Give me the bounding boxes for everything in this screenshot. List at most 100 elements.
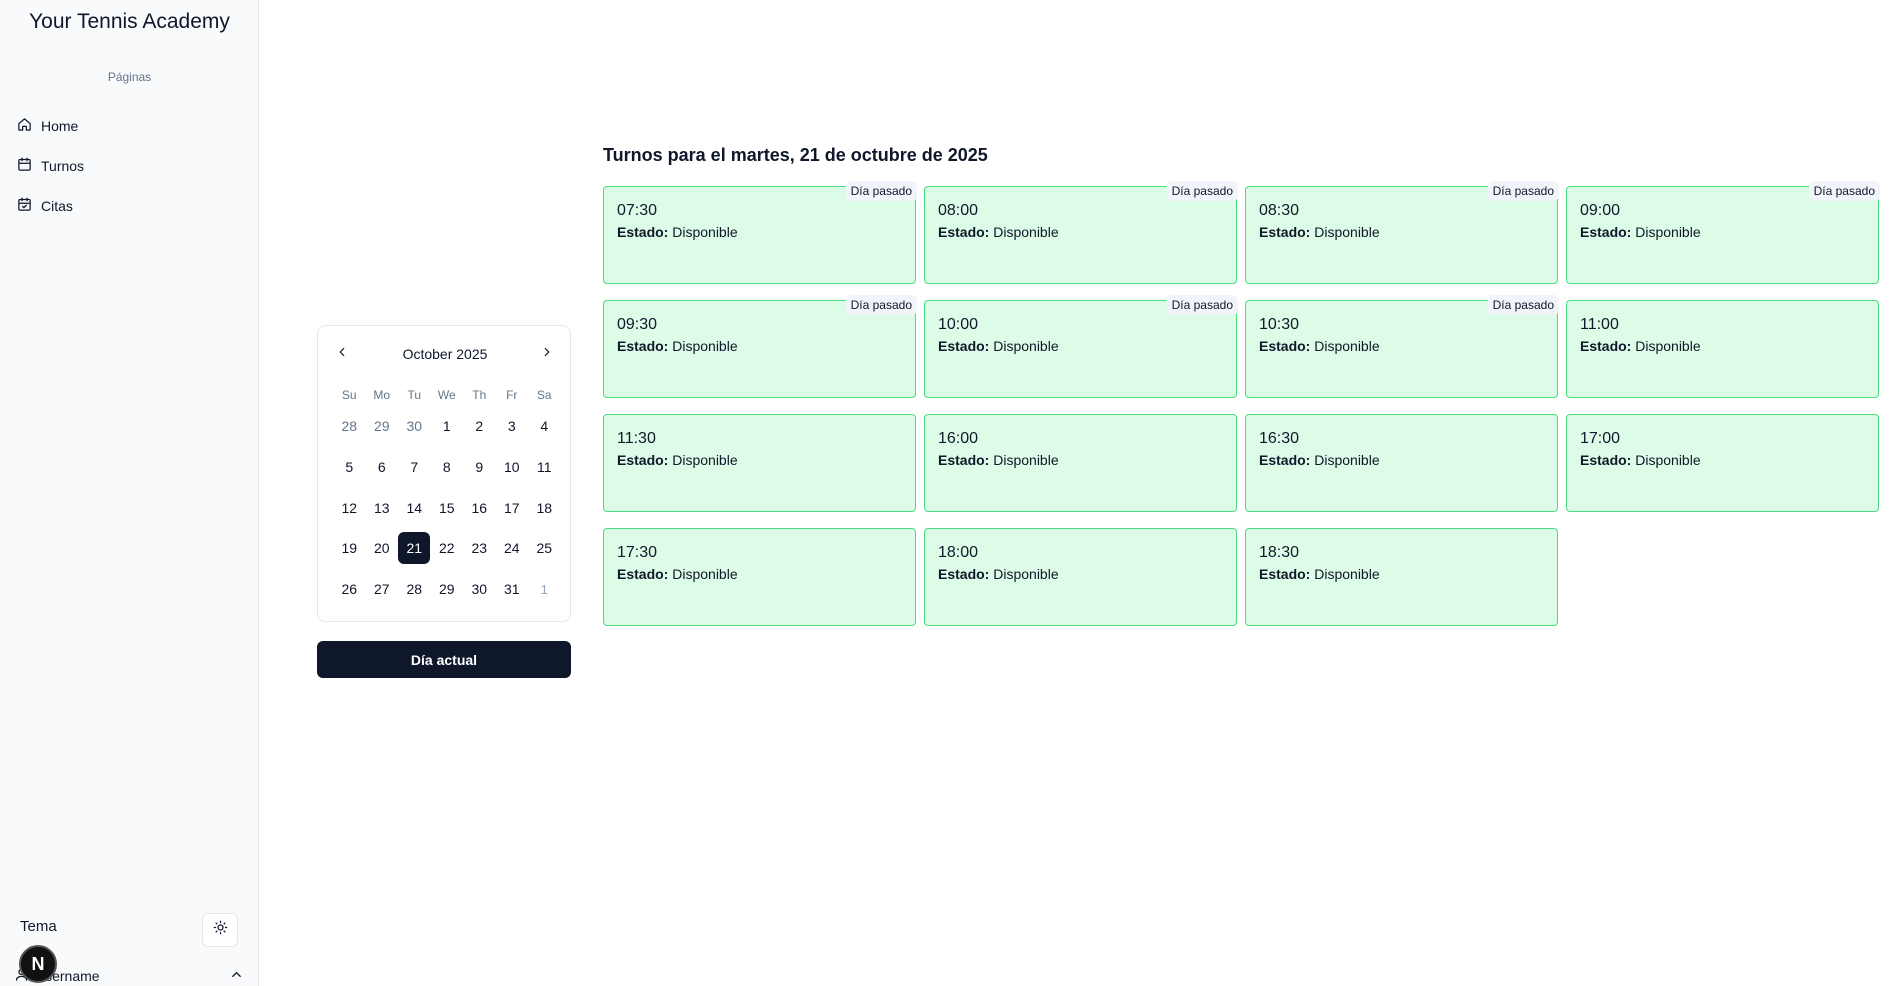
calendar-day-label: 27 xyxy=(373,581,390,598)
slot-status-label: Estado: xyxy=(938,338,990,354)
calendar-day[interactable]: 29 xyxy=(431,569,464,610)
slot-time: 18:30 xyxy=(1259,544,1300,561)
slot-status-value: Disponible xyxy=(993,224,1059,240)
slot-status: Estado: Disponible xyxy=(938,452,1224,468)
next-month-button[interactable] xyxy=(536,343,558,365)
slot-status-label: Estado: xyxy=(1580,452,1632,468)
calendar-day[interactable]: 29 xyxy=(366,406,399,447)
slot-card[interactable]: 18:30 Estado: Disponible xyxy=(1245,528,1558,626)
calendar-day[interactable]: 12 xyxy=(333,487,366,528)
calendar-day[interactable]: 10 xyxy=(496,447,529,488)
slot-status: Estado: Disponible xyxy=(617,566,903,582)
brand-title[interactable]: Your Tennis Academy xyxy=(0,10,259,34)
calendar-day[interactable]: 28 xyxy=(333,406,366,447)
calendar-day[interactable]: 1 xyxy=(431,406,464,447)
slot-card[interactable]: 09:00 Estado: Disponible Día pasado xyxy=(1566,181,1880,284)
sidebar-item-home[interactable]: Home xyxy=(12,110,247,142)
calendar-day[interactable]: 2 xyxy=(463,406,496,447)
calendar-day[interactable]: 30 xyxy=(398,406,431,447)
theme-toggle-button[interactable] xyxy=(202,913,238,947)
calendar-day[interactable]: 19 xyxy=(333,528,366,569)
calendar-day[interactable]: 22 xyxy=(431,528,464,569)
slot-status-value: Disponible xyxy=(1635,452,1701,468)
slot-time: 09:00 xyxy=(1580,202,1621,219)
calendar-day[interactable]: 6 xyxy=(366,447,399,488)
calendar-day-label: 30 xyxy=(406,418,423,435)
slot-status: Estado: Disponible xyxy=(1259,452,1545,468)
calendar-day[interactable]: 13 xyxy=(366,487,399,528)
slot-status: Estado: Disponible xyxy=(1259,338,1545,354)
calendar-day[interactable]: 11 xyxy=(528,447,561,488)
slot-status-value: Disponible xyxy=(993,338,1059,354)
calendar-day[interactable]: 23 xyxy=(463,528,496,569)
slot-status: Estado: Disponible xyxy=(1259,224,1545,240)
slot-status-value: Disponible xyxy=(1314,224,1380,240)
slot-status-label: Estado: xyxy=(617,338,669,354)
calendar-day-label: 14 xyxy=(406,499,423,516)
calendar-day[interactable]: 28 xyxy=(398,569,431,610)
calendar-day-label: 1 xyxy=(442,418,451,435)
calendar-day[interactable]: 18 xyxy=(528,487,561,528)
calendar-day[interactable]: 24 xyxy=(496,528,529,569)
slot-card[interactable]: 10:00 Estado: Disponible Día pasado xyxy=(924,295,1238,398)
calendar-day-label: 20 xyxy=(373,540,390,557)
calendar-day[interactable]: 4 xyxy=(528,406,561,447)
slot-status-label: Estado: xyxy=(1259,566,1311,582)
calendar-day[interactable]: 9 xyxy=(463,447,496,488)
slot-card[interactable]: 16:30 Estado: Disponible xyxy=(1245,414,1558,512)
calendar-day[interactable]: 3 xyxy=(496,406,529,447)
slot-card[interactable]: 08:30 Estado: Disponible Día pasado xyxy=(1245,181,1559,284)
calendar-day[interactable]: 5 xyxy=(333,447,366,488)
slot-card[interactable]: 11:30 Estado: Disponible xyxy=(603,414,916,512)
calendar-day[interactable]: 30 xyxy=(463,569,496,610)
slot-card[interactable]: 07:30 Estado: Disponible Día pasado xyxy=(603,181,917,284)
slot-card[interactable]: 11:00 Estado: Disponible xyxy=(1566,300,1879,398)
slot-status-label: Estado: xyxy=(617,224,669,240)
slot-card[interactable]: 10:30 Estado: Disponible Día pasado xyxy=(1245,295,1559,398)
slot-card[interactable]: 08:00 Estado: Disponible Día pasado xyxy=(924,181,1238,284)
slot-card[interactable]: 18:00 Estado: Disponible xyxy=(924,528,1237,626)
sidebar-item-turnos[interactable]: Turnos xyxy=(12,150,247,182)
calendar-day[interactable]: 20 xyxy=(366,528,399,569)
calendar-day[interactable]: 8 xyxy=(431,447,464,488)
today-button[interactable]: Día actual xyxy=(317,641,571,678)
chevron-up-icon xyxy=(229,967,244,985)
calendar-day[interactable]: 21 xyxy=(398,528,431,569)
past-day-badge: Día pasado xyxy=(1166,295,1238,315)
calendar-day[interactable]: 27 xyxy=(366,569,399,610)
calendar-day[interactable]: 14 xyxy=(398,487,431,528)
calendar-day-label: 22 xyxy=(438,540,455,557)
calendar-day-label: 16 xyxy=(471,499,488,516)
weekday-label: Mo xyxy=(373,388,391,402)
slot-time: 10:00 xyxy=(938,316,979,333)
slot-time: 11:00 xyxy=(1580,316,1619,333)
slot-time: 09:30 xyxy=(617,316,658,333)
slot-card[interactable]: 09:30 Estado: Disponible Día pasado xyxy=(603,295,917,398)
slot-time: 08:00 xyxy=(938,202,979,219)
calendar-day-label: 12 xyxy=(341,499,358,516)
slot-status: Estado: Disponible xyxy=(1259,566,1545,582)
avatar[interactable]: N xyxy=(19,945,57,983)
past-day-badge: Día pasado xyxy=(845,295,917,315)
calendar-day-label: 5 xyxy=(345,459,354,476)
weekday-label: Th xyxy=(472,388,487,402)
slot-time: 17:00 xyxy=(1580,430,1621,447)
page-title: Turnos para el martes, 21 de octubre de … xyxy=(603,145,988,165)
calendar-day[interactable]: 7 xyxy=(398,447,431,488)
calendar-day[interactable]: 15 xyxy=(431,487,464,528)
calendar-day[interactable]: 1 xyxy=(528,569,561,610)
calendar-day[interactable]: 25 xyxy=(528,528,561,569)
calendar-day[interactable]: 17 xyxy=(496,487,529,528)
calendar-day[interactable]: 31 xyxy=(496,569,529,610)
calendar-day-label: 3 xyxy=(507,418,516,435)
sidebar-item-citas[interactable]: Citas xyxy=(12,190,247,222)
slot-card[interactable]: 17:00 Estado: Disponible xyxy=(1566,414,1879,512)
calendar-day[interactable]: 16 xyxy=(463,487,496,528)
slot-card[interactable]: 16:00 Estado: Disponible xyxy=(924,414,1237,512)
slot-status-value: Disponible xyxy=(1635,224,1701,240)
calendar-day[interactable]: 26 xyxy=(333,569,366,610)
slot-card[interactable]: 17:30 Estado: Disponible xyxy=(603,528,916,626)
calendar-day-label: 15 xyxy=(438,499,455,516)
slot-status-label: Estado: xyxy=(938,224,990,240)
month-label: October 2025 xyxy=(402,346,488,362)
